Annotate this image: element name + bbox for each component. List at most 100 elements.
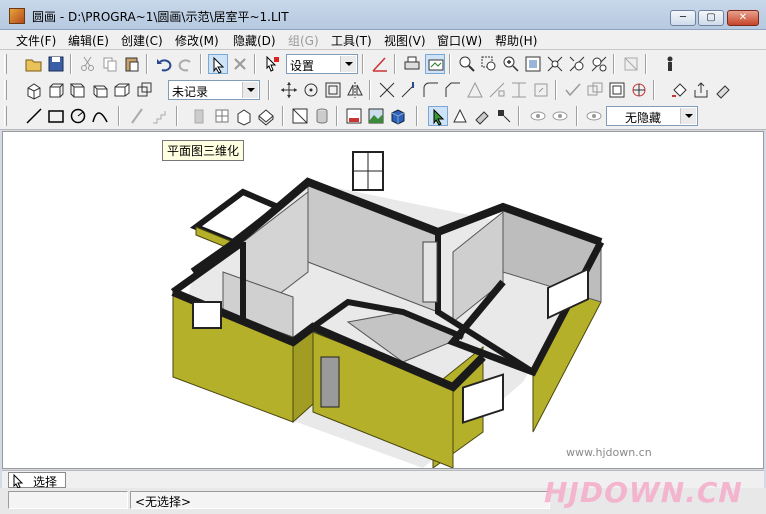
zoom-window-icon[interactable]: [479, 54, 499, 74]
plan-to-3d-icon[interactable]: [256, 106, 276, 126]
curve-icon[interactable]: [90, 106, 110, 126]
offset-icon[interactable]: [465, 80, 485, 100]
trim-icon[interactable]: [377, 80, 397, 100]
menu-tools[interactable]: 工具(T): [331, 32, 372, 49]
menu-edit[interactable]: 编辑(E): [68, 32, 109, 49]
menu-view[interactable]: 视图(V): [384, 32, 426, 49]
column-icon[interactable]: [234, 106, 254, 126]
zoom-icon[interactable]: [457, 54, 477, 74]
light-point-icon[interactable]: [428, 106, 448, 126]
print-icon[interactable]: [402, 54, 422, 74]
drawing-canvas[interactable]: [2, 131, 764, 469]
toolbar-grip[interactable]: [4, 54, 7, 74]
extend-icon[interactable]: [399, 80, 419, 100]
door-icon[interactable]: [190, 106, 210, 126]
box-front-icon[interactable]: [46, 80, 66, 100]
chevron-down-icon[interactable]: [340, 56, 356, 72]
delete-x-icon[interactable]: [230, 54, 250, 74]
menu-help[interactable]: 帮助(H): [495, 32, 537, 49]
select-mode-tab[interactable]: 选择: [8, 472, 66, 489]
menu-group[interactable]: 组(G): [288, 32, 319, 49]
render-icon[interactable]: [344, 106, 364, 126]
paint-bucket-icon[interactable]: [669, 80, 689, 100]
wall-icon[interactable]: [128, 106, 148, 126]
box-top-icon[interactable]: [90, 80, 110, 100]
help-person-icon[interactable]: [660, 54, 680, 74]
scale-icon[interactable]: [323, 80, 343, 100]
angle-icon[interactable]: [370, 54, 390, 74]
selection-status: <无选择>: [135, 495, 192, 509]
circle-icon[interactable]: [68, 106, 88, 126]
paste-icon[interactable]: [122, 54, 142, 74]
cut-icon[interactable]: [78, 54, 98, 74]
menu-window[interactable]: 窗口(W): [437, 32, 482, 49]
window-icon[interactable]: [212, 106, 232, 126]
array-icon[interactable]: [487, 80, 507, 100]
zoom-in-icon[interactable]: [501, 54, 521, 74]
eye-hidden-icon[interactable]: [550, 106, 570, 126]
rotate-icon[interactable]: [301, 80, 321, 100]
toolbar-separator: [576, 106, 578, 126]
maximize-button[interactable]: ▢: [698, 10, 724, 26]
section-icon[interactable]: [290, 106, 310, 126]
eye-icon[interactable]: [528, 106, 548, 126]
menu-hide[interactable]: 隐藏(D): [233, 32, 276, 49]
toolbar-separator: [268, 80, 270, 100]
undo-icon[interactable]: [154, 54, 174, 74]
box-wire-icon[interactable]: [134, 80, 154, 100]
save-icon[interactable]: [46, 54, 66, 74]
box-side-icon[interactable]: [68, 80, 88, 100]
copy-icon[interactable]: [100, 54, 120, 74]
mirror-icon[interactable]: [345, 80, 365, 100]
hide-combo[interactable]: 无隐藏: [606, 106, 698, 126]
rectangle-icon[interactable]: [46, 106, 66, 126]
settings-combo[interactable]: 设置: [286, 54, 358, 74]
menu-create[interactable]: 创建(C): [121, 32, 163, 49]
toolbar-grip[interactable]: [4, 106, 7, 126]
visibility-icon[interactable]: [584, 106, 604, 126]
toolbar-grip[interactable]: [4, 80, 7, 100]
zoom-all-icon[interactable]: [545, 54, 565, 74]
open-folder-icon[interactable]: [24, 54, 44, 74]
align-icon[interactable]: [509, 80, 529, 100]
zoom-extents-icon[interactable]: [523, 54, 543, 74]
check-icon[interactable]: [563, 80, 583, 100]
move-icon[interactable]: [279, 80, 299, 100]
explode-icon[interactable]: [629, 80, 649, 100]
chamfer-icon[interactable]: [443, 80, 463, 100]
zoom-previous-icon[interactable]: [567, 54, 587, 74]
app-icon[interactable]: [9, 8, 25, 24]
select-arrow-icon[interactable]: [208, 54, 228, 74]
copy-object-icon[interactable]: [585, 80, 605, 100]
target-icon[interactable]: [494, 106, 514, 126]
record-combo[interactable]: 未记录: [168, 80, 260, 100]
light-spot-icon[interactable]: [450, 106, 470, 126]
menu-file[interactable]: 文件(F): [16, 32, 56, 49]
redo-icon[interactable]: [176, 54, 196, 74]
fillet-icon[interactable]: [421, 80, 441, 100]
toolbar-separator: [362, 54, 364, 74]
export-icon[interactable]: [691, 80, 711, 100]
line-icon[interactable]: [24, 106, 44, 126]
stairs-icon[interactable]: [150, 106, 170, 126]
toolbar-separator: [282, 106, 284, 126]
minimize-button[interactable]: ─: [670, 10, 696, 26]
pick-point-icon[interactable]: [262, 54, 282, 74]
layers-icon[interactable]: [621, 54, 641, 74]
image-icon[interactable]: [366, 106, 386, 126]
chevron-down-icon[interactable]: [242, 82, 258, 98]
solid-cube-icon[interactable]: [388, 106, 408, 126]
chevron-down-icon[interactable]: [680, 108, 696, 124]
print-preview-icon[interactable]: [425, 54, 445, 74]
camera-icon[interactable]: [472, 106, 492, 126]
group-icon[interactable]: [607, 80, 627, 100]
close-button[interactable]: ✕: [727, 10, 759, 26]
eraser-icon[interactable]: [713, 80, 733, 100]
menu-modify[interactable]: 修改(M): [175, 32, 219, 49]
stretch-icon[interactable]: [531, 80, 551, 100]
cylinder-icon[interactable]: [312, 106, 332, 126]
toolbar-row-standard: 设置: [0, 51, 766, 77]
box-back-icon[interactable]: [112, 80, 132, 100]
pan-icon[interactable]: [589, 54, 609, 74]
box-iso-icon[interactable]: [24, 80, 44, 100]
